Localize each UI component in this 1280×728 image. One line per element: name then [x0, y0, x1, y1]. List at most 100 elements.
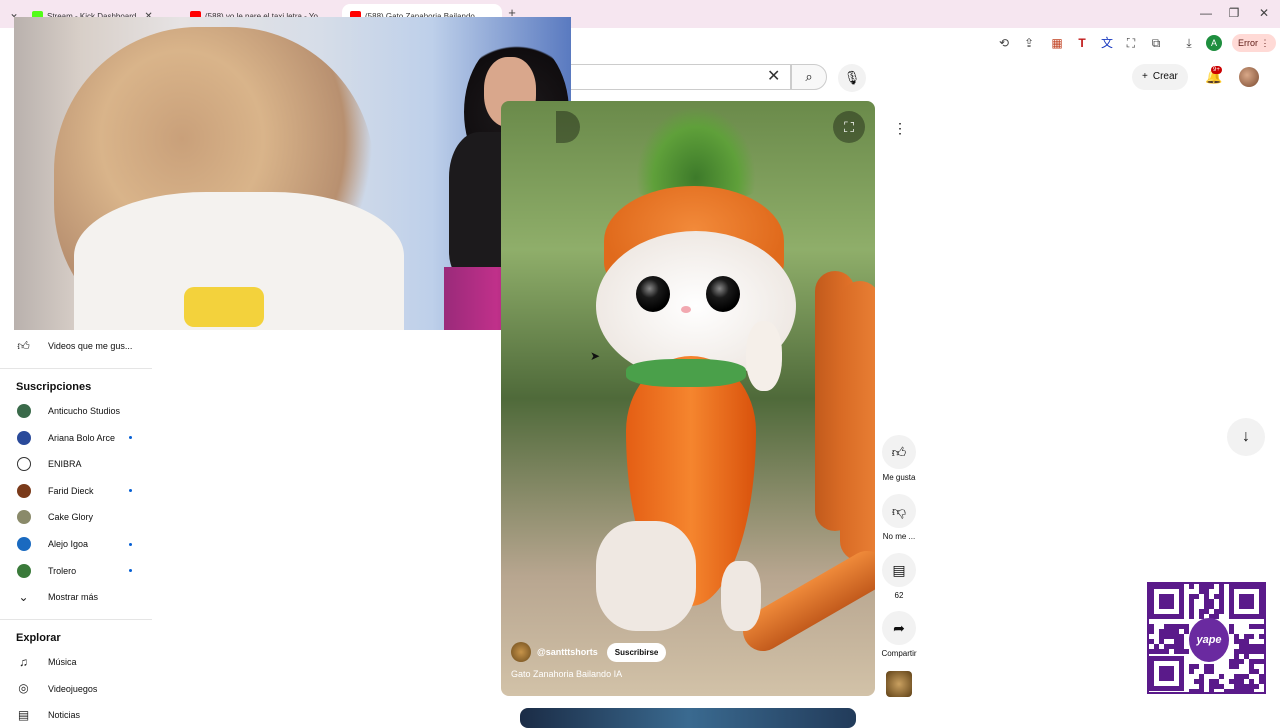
new-content-dot: [129, 489, 132, 493]
sidebar-item-label: Videojuegos: [48, 683, 98, 694]
extension-red-icon[interactable]: ▦: [1049, 35, 1065, 51]
qr-module: [1164, 649, 1169, 654]
cat-leg: [721, 561, 761, 631]
sidebar-item-label: Cake Glory: [48, 512, 94, 523]
qr-module: [1199, 689, 1204, 692]
sidebar-explore-item[interactable]: ▤ Noticias: [0, 702, 152, 728]
short-title[interactable]: Gato Zanahoria Bailando IA: [511, 669, 622, 679]
qr-module: [1189, 614, 1194, 619]
extensions-puzzle-icon[interactable]: ⧉: [1148, 35, 1164, 51]
sidebar-subscription-item[interactable]: Alejo Igoa: [0, 531, 152, 557]
sidebar-item-label: Anticucho Studios: [48, 406, 121, 416]
sidebar-item-label: Música: [48, 657, 77, 667]
share-icon[interactable]: ➦: [882, 611, 916, 645]
qr-module: [1259, 649, 1264, 654]
extension-frame-icon[interactable]: ⛶: [1123, 35, 1139, 51]
channel-avatar: [17, 457, 31, 472]
thumbs-down-icon[interactable]: 👎︎: [882, 494, 916, 528]
cat-raised-paw: [746, 321, 782, 391]
channel-avatar[interactable]: [511, 642, 531, 662]
qr-finder-pattern: [1159, 594, 1174, 609]
short-video-player[interactable]: ⛶ @santttshorts Suscribirse Gato Zanahor…: [501, 101, 875, 696]
browser-error-button[interactable]: Error ⋮: [1232, 34, 1276, 52]
subscribe-button[interactable]: Suscribirse: [606, 642, 667, 662]
subscriptions-heading: Suscripciones: [16, 381, 92, 393]
channel-avatar: [17, 404, 31, 418]
fullscreen-button[interactable]: ⛶: [833, 111, 865, 143]
dislike-label: No me ...: [882, 532, 916, 541]
qr-module: [1234, 664, 1239, 669]
sidebar-subscription-item[interactable]: ENIBRA: [0, 451, 152, 477]
profile-avatar-icon[interactable]: A: [1206, 35, 1222, 51]
sound-remix-thumbnail[interactable]: [886, 671, 912, 697]
qr-module: [1259, 624, 1264, 629]
search-button[interactable]: ⌕: [791, 64, 827, 90]
webcam-shirt-print: [184, 287, 264, 327]
sidebar-item-label: ENIBRA: [48, 459, 82, 470]
qr-finder-pattern: [1159, 666, 1174, 681]
sidebar-item-label: Ariana Bolo Arce: [48, 432, 116, 443]
share-page-icon[interactable]: ⇪: [1021, 35, 1037, 51]
like-action[interactable]: 👍︎ Me gusta: [879, 435, 919, 482]
sidebar-explore-item[interactable]: ♫ Música: [0, 649, 152, 675]
sidebar-subscription-item[interactable]: Anticucho Studios: [0, 398, 152, 424]
next-short-preview[interactable]: [520, 708, 856, 728]
restore-icon[interactable]: ❐: [1226, 5, 1242, 21]
comment-icon[interactable]: ▤: [882, 553, 916, 587]
share-action[interactable]: ➦ Compartir: [879, 611, 919, 658]
search-icon: ⌕: [805, 69, 813, 84]
comments-action[interactable]: ▤ 62: [879, 553, 919, 600]
cat-eye-right: [706, 276, 740, 312]
next-short-button[interactable]: ↓: [1227, 418, 1265, 456]
extension-translate-icon[interactable]: 文: [1099, 35, 1115, 51]
mouse-cursor-icon: ➤: [590, 349, 601, 363]
sidebar-divider: [0, 619, 152, 620]
close-window-icon[interactable]: ✕: [1256, 5, 1272, 21]
plus-icon: +: [1142, 71, 1148, 82]
show-more-button[interactable]: ⌄ Mostrar más: [0, 584, 152, 610]
minimize-icon[interactable]: —: [1198, 5, 1214, 21]
qr-module: [1189, 669, 1194, 674]
account-avatar[interactable]: [1239, 67, 1259, 87]
sidebar-subscription-item[interactable]: Farid Dieck: [0, 478, 152, 504]
create-button[interactable]: + Crear: [1132, 64, 1188, 90]
voice-search-button[interactable]: 🎙: [838, 64, 866, 92]
yape-logo: yape: [1189, 618, 1229, 662]
qr-module: [1209, 669, 1214, 674]
background-carrot: [840, 281, 875, 561]
qr-module: [1194, 664, 1199, 669]
notification-count-badge: 9+: [1211, 66, 1222, 74]
sidebar-item-liked-videos[interactable]: 👍︎ Videos que me gus...: [0, 333, 152, 359]
screenshot-icon[interactable]: ⟲: [996, 35, 1012, 51]
qr-module: [1219, 609, 1224, 614]
newspaper-icon: ▤: [17, 707, 30, 722]
cat-legs: [596, 521, 696, 631]
search-input[interactable]: [571, 64, 791, 90]
qr-module: [1184, 649, 1189, 654]
qr-module: [1149, 629, 1154, 634]
cat-nose: [681, 306, 691, 313]
channel-name[interactable]: @santttshorts: [537, 647, 598, 657]
clear-search-icon[interactable]: ✕: [767, 66, 780, 86]
qr-module: [1249, 634, 1254, 639]
short-channel-row: @santttshorts Suscribirse: [511, 642, 667, 662]
new-content-dot: [129, 542, 132, 546]
qr-module: [1259, 634, 1264, 639]
thumbs-up-icon[interactable]: 👍︎: [882, 435, 916, 469]
volume-button[interactable]: [556, 111, 580, 143]
qr-module: [1194, 594, 1199, 599]
sidebar-subscription-item[interactable]: Cake Glory: [0, 504, 152, 530]
create-label: Crear: [1152, 71, 1178, 82]
extension-tp-icon[interactable]: T: [1074, 35, 1090, 51]
download-icon[interactable]: ⤓: [1181, 35, 1197, 51]
sidebar-item-label: Trolero: [48, 565, 77, 576]
qr-module: [1254, 684, 1259, 689]
sidebar-subscription-item[interactable]: Trolero: [0, 558, 152, 584]
sidebar-explore-item[interactable]: ◎ Videojuegos: [0, 676, 152, 702]
comments-count: 62: [894, 591, 904, 600]
more-options-icon[interactable]: ⋮: [888, 116, 912, 140]
sidebar-subscription-item[interactable]: Ariana Bolo Arce: [0, 425, 152, 451]
dislike-action[interactable]: 👎︎ No me ...: [879, 494, 919, 541]
thumbs-up-icon: 👍︎: [17, 338, 30, 353]
channel-avatar: [17, 563, 31, 578]
